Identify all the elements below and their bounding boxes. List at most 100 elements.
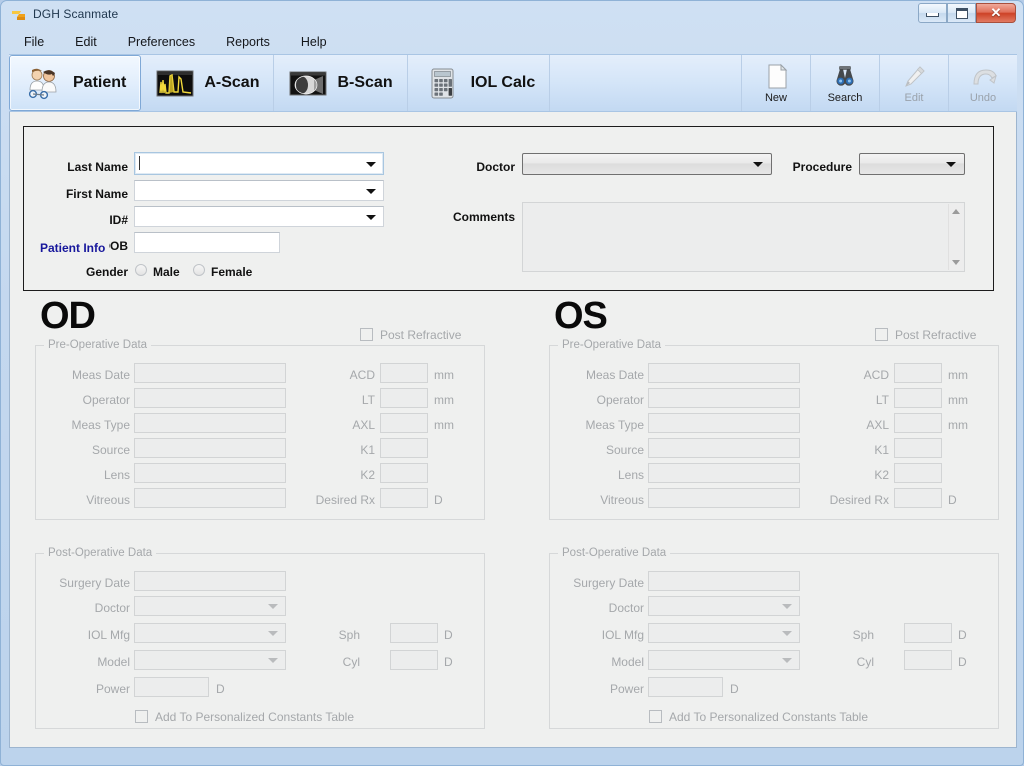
od-cyl-field[interactable] <box>390 650 438 670</box>
os-vitreous-field[interactable] <box>648 488 800 508</box>
os-source-field[interactable] <box>648 438 800 458</box>
od-source-field[interactable] <box>134 438 286 458</box>
chevron-down-icon <box>366 188 376 194</box>
label-first-name: First Name <box>65 187 128 201</box>
od-lens-field[interactable] <box>134 463 286 483</box>
od-label-surgery-date: Surgery Date <box>59 576 130 590</box>
od-lt-field[interactable] <box>380 388 428 408</box>
os-post-doctor-combo[interactable] <box>648 596 800 616</box>
toolbar-button-patient[interactable]: Patient <box>9 55 142 111</box>
od-label-operator: Operator <box>82 393 130 407</box>
comments-textarea[interactable] <box>522 202 965 272</box>
od-axl-field[interactable] <box>380 413 428 433</box>
calculator-icon <box>422 66 462 100</box>
od-unit-cyl: D <box>444 655 453 669</box>
toolbar-button-undo[interactable]: Undo <box>948 55 1017 111</box>
label-id: ID# <box>109 213 128 227</box>
os-sph-field[interactable] <box>904 623 952 643</box>
chevron-down-icon <box>268 631 278 636</box>
os-meas-type-field[interactable] <box>648 413 800 433</box>
gender-radio-male[interactable] <box>135 264 147 276</box>
menu-item-reports[interactable]: Reports <box>223 33 282 52</box>
menu-item-preferences[interactable]: Preferences <box>125 33 207 52</box>
os-post-refractive-checkbox[interactable] <box>875 328 888 341</box>
od-surgery-date-field[interactable] <box>134 571 286 591</box>
os-unit-lt: mm <box>948 393 968 407</box>
od-model-combo[interactable] <box>134 650 286 670</box>
toolbar-button-a-scan[interactable]: A-Scan <box>141 55 275 111</box>
od-post-op-legend: Post-Operative Data <box>44 547 157 559</box>
od-add-constants-checkbox[interactable] <box>135 710 148 723</box>
gender-radio-female[interactable] <box>193 264 205 276</box>
last-name-input[interactable] <box>134 152 384 175</box>
od-sph-field[interactable] <box>390 623 438 643</box>
close-button[interactable]: ✕ <box>976 3 1016 23</box>
toolbar-button-b-scan[interactable]: B-Scan <box>274 55 408 111</box>
od-vitreous-field[interactable] <box>134 488 286 508</box>
menu-item-file[interactable]: File <box>21 33 56 52</box>
os-add-constants-checkbox[interactable] <box>649 710 662 723</box>
comments-scrollbar[interactable] <box>948 204 963 270</box>
od-label-axl: AXL <box>352 418 375 432</box>
menu-item-help[interactable]: Help <box>298 33 339 52</box>
od-k1-field[interactable] <box>380 438 428 458</box>
os-label-cyl: Cyl <box>856 655 874 669</box>
od-power-field[interactable] <box>134 677 209 697</box>
procedure-combo[interactable] <box>859 153 965 175</box>
od-label-cyl: Cyl <box>342 655 360 669</box>
os-label-sph: Sph <box>852 628 874 642</box>
os-acd-field[interactable] <box>894 363 942 383</box>
chevron-down-icon <box>782 631 792 636</box>
toolbar-button-edit[interactable]: Edit <box>879 55 948 111</box>
od-desired-rx-field[interactable] <box>380 488 428 508</box>
chevron-down-icon <box>782 658 792 663</box>
maximize-button[interactable] <box>947 3 976 23</box>
os-lt-field[interactable] <box>894 388 942 408</box>
os-label-k1: K1 <box>874 443 889 457</box>
od-meas-type-field[interactable] <box>134 413 286 433</box>
chevron-down-icon <box>268 604 278 609</box>
os-operator-field[interactable] <box>648 388 800 408</box>
os-desired-rx-field[interactable] <box>894 488 942 508</box>
toolbar-label-b-scan: B-Scan <box>337 74 393 91</box>
os-power-field[interactable] <box>648 677 723 697</box>
od-k2-field[interactable] <box>380 463 428 483</box>
os-axl-field[interactable] <box>894 413 942 433</box>
scroll-up-icon[interactable] <box>952 209 960 214</box>
os-post-op-legend: Post-Operative Data <box>558 547 671 559</box>
toolbar-button-search[interactable]: Search <box>810 55 879 111</box>
od-post-refractive-checkbox[interactable] <box>360 328 373 341</box>
os-k2-field[interactable] <box>894 463 942 483</box>
os-cyl-field[interactable] <box>904 650 952 670</box>
od-acd-field[interactable] <box>380 363 428 383</box>
os-surgery-date-field[interactable] <box>648 571 800 591</box>
first-name-input[interactable] <box>134 180 384 201</box>
label-comments: Comments <box>452 210 515 224</box>
os-k1-field[interactable] <box>894 438 942 458</box>
a-scan-icon <box>155 66 195 100</box>
toolbar-button-iol-calc[interactable]: IOL Calc <box>408 55 551 111</box>
os-lens-field[interactable] <box>648 463 800 483</box>
od-operator-field[interactable] <box>134 388 286 408</box>
os-model-combo[interactable] <box>648 650 800 670</box>
od-unit-axl: mm <box>434 418 454 432</box>
id-input[interactable] <box>134 206 384 227</box>
os-label-iol-mfg: IOL Mfg <box>601 628 644 642</box>
menu-item-edit[interactable]: Edit <box>72 33 109 52</box>
od-label-acd: ACD <box>349 368 375 382</box>
b-scan-icon <box>288 66 328 100</box>
undo-arrow-icon <box>968 63 998 91</box>
od-label-post-doctor: Doctor <box>94 601 130 615</box>
doctor-combo[interactable] <box>522 153 772 175</box>
dob-input[interactable] <box>134 232 280 253</box>
od-iol-mfg-combo[interactable] <box>134 623 286 643</box>
os-iol-mfg-combo[interactable] <box>648 623 800 643</box>
od-post-doctor-combo[interactable] <box>134 596 286 616</box>
os-meas-date-field[interactable] <box>648 363 800 383</box>
toolbar-button-new[interactable]: New <box>741 55 810 111</box>
os-add-constants-label: Add To Personalized Constants Table <box>669 710 869 724</box>
minimize-button[interactable] <box>918 3 947 23</box>
scroll-down-icon[interactable] <box>952 260 960 265</box>
od-meas-date-field[interactable] <box>134 363 286 383</box>
os-label-meas-date: Meas Date <box>585 368 644 382</box>
